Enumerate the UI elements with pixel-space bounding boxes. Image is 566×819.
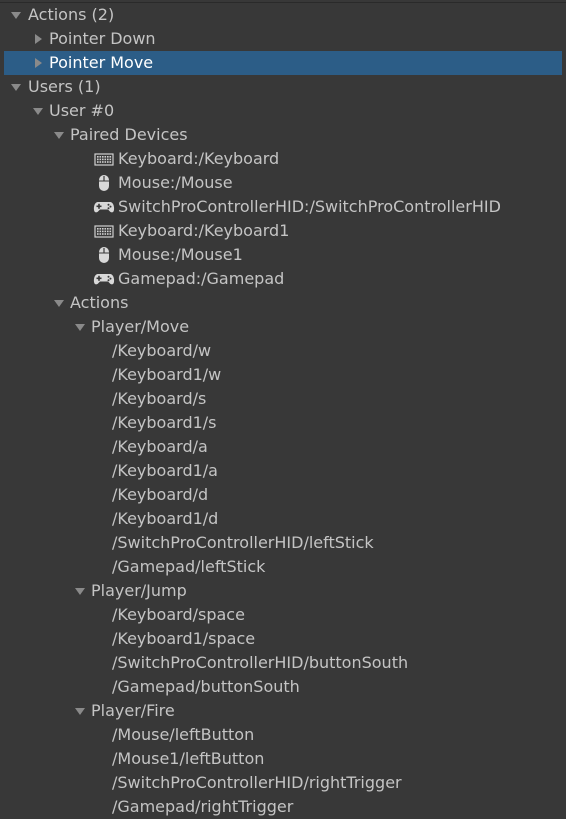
binding-path-label: /Keyboard/a <box>112 437 208 456</box>
binding-path-label: /Gamepad/buttonSouth <box>112 677 300 696</box>
binding-path-label: /Keyboard/d <box>112 485 209 504</box>
tree-item-device[interactable]: SwitchProControllerHID:/SwitchProControl… <box>0 195 566 219</box>
action-label: Pointer Move <box>49 53 154 72</box>
tree-item-device[interactable]: Keyboard:/Keyboard <box>0 147 566 171</box>
actions-group-label: Actions (2) <box>28 5 115 24</box>
keyboard-icon <box>92 147 116 171</box>
binding-path-label: /SwitchProControllerHID/buttonSouth <box>112 653 409 672</box>
tree-item-users-group[interactable]: Users (1) <box>0 75 566 99</box>
tree-item-binding[interactable]: /SwitchProControllerHID/leftStick <box>0 531 566 555</box>
tree-item-binding[interactable]: /Gamepad/rightTrigger <box>0 795 566 819</box>
device-label: SwitchProControllerHID:/SwitchProControl… <box>118 197 501 216</box>
binding-path-label: /SwitchProControllerHID/leftStick <box>112 533 374 552</box>
expanded-arrow-icon[interactable] <box>73 315 87 339</box>
expanded-arrow-icon[interactable] <box>31 99 45 123</box>
tree-item-actions-group[interactable]: Actions (2) <box>0 3 566 27</box>
tree-item-binding[interactable]: /Keyboard1/a <box>0 459 566 483</box>
tree-item-binding[interactable]: /Gamepad/leftStick <box>0 555 566 579</box>
user-action-label: Player/Jump <box>91 581 187 600</box>
paired-devices-label: Paired Devices <box>70 125 188 144</box>
collapsed-arrow-icon[interactable] <box>31 27 45 51</box>
users-group-label: Users (1) <box>28 77 101 96</box>
tree-item-binding[interactable]: /Keyboard/space <box>0 603 566 627</box>
tree-item-user-actions[interactable]: Actions <box>0 291 566 315</box>
mouse-icon <box>92 243 116 267</box>
tree-item-binding[interactable]: /Keyboard1/d <box>0 507 566 531</box>
user-label: User #0 <box>49 101 115 120</box>
binding-path-label: /Mouse1/leftButton <box>112 749 265 768</box>
binding-path-label: /Keyboard1/space <box>112 629 256 648</box>
expanded-arrow-icon[interactable] <box>73 699 87 723</box>
tree-item-device[interactable]: Mouse:/Mouse1 <box>0 243 566 267</box>
tree-item-binding[interactable]: /Keyboard1/w <box>0 363 566 387</box>
user-actions-label: Actions <box>70 293 129 312</box>
device-label: Mouse:/Mouse <box>118 173 233 192</box>
input-debugger-tree: Actions (2) Pointer Down Pointer Move Users… <box>0 2 566 819</box>
action-label: Pointer Down <box>49 29 156 48</box>
gamepad-icon <box>92 267 116 291</box>
tree-item-device[interactable]: Keyboard:/Keyboard1 <box>0 219 566 243</box>
tree-item-user-action[interactable]: Player/Fire <box>0 699 566 723</box>
gamepad-icon <box>92 195 116 219</box>
expanded-arrow-icon[interactable] <box>9 3 23 27</box>
collapsed-arrow-icon[interactable] <box>31 51 45 75</box>
tree-item-device[interactable]: Mouse:/Mouse <box>0 171 566 195</box>
tree-item-binding[interactable]: /Mouse1/leftButton <box>0 747 566 771</box>
tree-item-binding[interactable]: /SwitchProControllerHID/rightTrigger <box>0 771 566 795</box>
binding-path-label: /Keyboard/w <box>112 341 212 360</box>
expanded-arrow-icon[interactable] <box>52 291 66 315</box>
binding-path-label: /Keyboard1/w <box>112 365 222 384</box>
tree-item-user[interactable]: User #0 <box>0 99 566 123</box>
tree-item-binding[interactable]: /Keyboard/d <box>0 483 566 507</box>
tree-item-action[interactable]: Pointer Move <box>4 51 562 75</box>
binding-path-label: /Gamepad/leftStick <box>112 557 266 576</box>
binding-path-label: /Mouse/leftButton <box>112 725 255 744</box>
binding-path-label: /Keyboard/s <box>112 389 207 408</box>
keyboard-icon <box>92 219 116 243</box>
tree-item-binding[interactable]: /Keyboard/a <box>0 435 566 459</box>
tree-item-device[interactable]: Gamepad:/Gamepad <box>0 267 566 291</box>
binding-path-label: /Keyboard1/d <box>112 509 219 528</box>
user-action-label: Player/Fire <box>91 701 175 720</box>
tree-item-paired-devices[interactable]: Paired Devices <box>0 123 566 147</box>
binding-path-label: /Keyboard1/s <box>112 413 217 432</box>
device-label: Mouse:/Mouse1 <box>118 245 243 264</box>
tree-item-binding[interactable]: /Keyboard1/space <box>0 627 566 651</box>
expanded-arrow-icon[interactable] <box>73 579 87 603</box>
expanded-arrow-icon[interactable] <box>52 123 66 147</box>
device-label: Keyboard:/Keyboard <box>118 149 280 168</box>
tree-item-action[interactable]: Pointer Down <box>0 27 566 51</box>
tree-item-binding[interactable]: /Keyboard/w <box>0 339 566 363</box>
binding-path-label: /SwitchProControllerHID/rightTrigger <box>112 773 402 792</box>
tree-item-binding[interactable]: /Keyboard1/s <box>0 411 566 435</box>
tree-item-binding[interactable]: /Gamepad/buttonSouth <box>0 675 566 699</box>
tree-item-binding[interactable]: /Mouse/leftButton <box>0 723 566 747</box>
binding-path-label: /Keyboard1/a <box>112 461 218 480</box>
tree-item-user-action[interactable]: Player/Move <box>0 315 566 339</box>
tree-item-binding[interactable]: /SwitchProControllerHID/buttonSouth <box>0 651 566 675</box>
device-label: Keyboard:/Keyboard1 <box>118 221 290 240</box>
expanded-arrow-icon[interactable] <box>9 75 23 99</box>
device-label: Gamepad:/Gamepad <box>118 269 285 288</box>
tree-item-binding[interactable]: /Keyboard/s <box>0 387 566 411</box>
binding-path-label: /Keyboard/space <box>112 605 245 624</box>
tree-item-user-action[interactable]: Player/Jump <box>0 579 566 603</box>
mouse-icon <box>92 171 116 195</box>
binding-path-label: /Gamepad/rightTrigger <box>112 797 294 816</box>
user-action-label: Player/Move <box>91 317 190 336</box>
